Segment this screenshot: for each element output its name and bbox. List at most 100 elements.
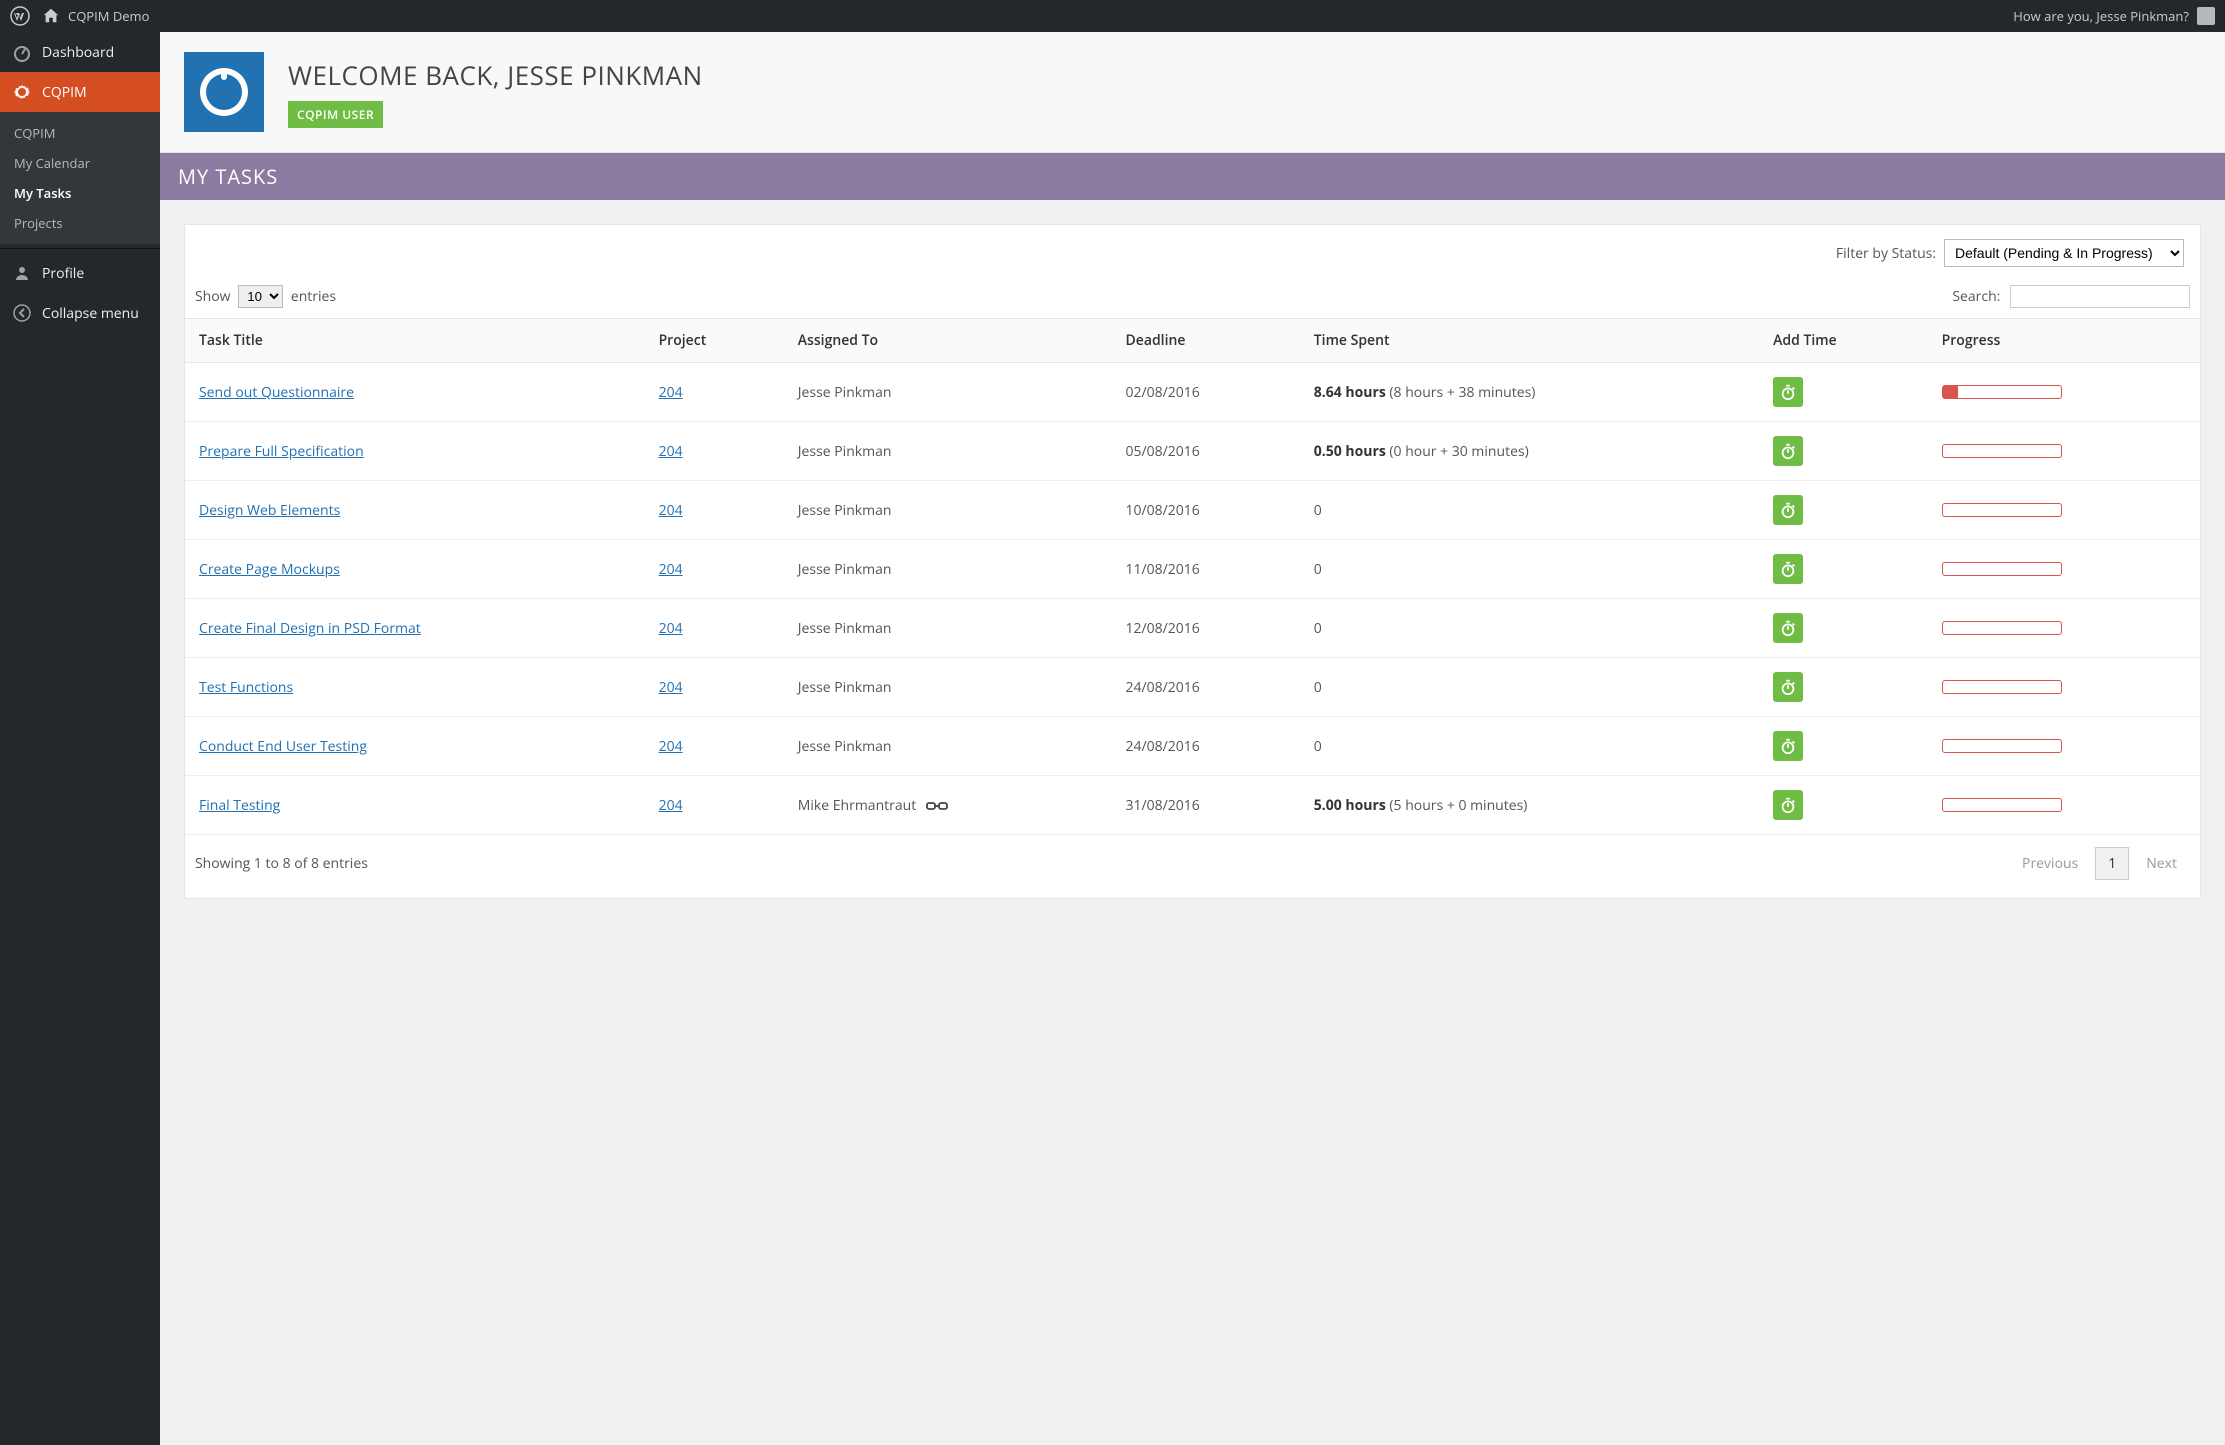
- sidebar-sub-calendar[interactable]: My Calendar: [0, 148, 160, 178]
- sidebar-item-label: Profile: [42, 264, 84, 283]
- sidebar-sub-cqpim[interactable]: CQPIM: [0, 118, 160, 148]
- timespent-cell: 0: [1300, 599, 1759, 658]
- stopwatch-icon: [1779, 560, 1797, 578]
- project-link[interactable]: 204: [659, 619, 683, 638]
- sidebar-item-cqpim[interactable]: CQPIM: [0, 72, 160, 112]
- tasks-table: Task Title Project Assigned To Deadline …: [185, 318, 2200, 835]
- task-title-link[interactable]: Design Web Elements: [199, 501, 340, 520]
- project-link[interactable]: 204: [659, 678, 683, 697]
- project-link[interactable]: 204: [659, 796, 683, 815]
- assigned-cell: Jesse Pinkman: [784, 422, 1112, 481]
- add-time-button[interactable]: [1773, 436, 1803, 466]
- deadline-cell: 24/08/2016: [1112, 717, 1300, 776]
- deadline-cell: 10/08/2016: [1112, 481, 1300, 540]
- table-row: Final Testing204Mike Ehrmantraut 31/08/2…: [185, 776, 2200, 835]
- sidebar-item-collapse[interactable]: Collapse menu: [0, 293, 160, 333]
- table-row: Design Web Elements 204 Jesse Pinkman 10/0…: [185, 481, 2200, 540]
- assigned-cell: Jesse Pinkman: [784, 363, 1112, 422]
- admin-sidebar: Dashboard CQPIM CQPIM My Calendar My Tas…: [0, 32, 160, 1445]
- task-title-link[interactable]: Send out Questionnaire: [199, 383, 354, 402]
- project-link[interactable]: 204: [659, 501, 683, 520]
- deadline-cell: 12/08/2016: [1112, 599, 1300, 658]
- table-row: Send out Questionnaire 204 Jesse Pinkman 0…: [185, 363, 2200, 422]
- stopwatch-icon: [1779, 796, 1797, 814]
- assigned-cell: Jesse Pinkman: [784, 717, 1112, 776]
- col-addtime[interactable]: Add Time: [1759, 319, 1927, 363]
- sidebar-sub-tasks[interactable]: My Tasks: [0, 178, 160, 208]
- assigned-cell: Jesse Pinkman: [784, 599, 1112, 658]
- col-deadline[interactable]: Deadline: [1112, 319, 1300, 363]
- stopwatch-icon: [1779, 501, 1797, 519]
- add-time-button[interactable]: [1773, 495, 1803, 525]
- task-title-link[interactable]: Create Page Mockups: [199, 560, 340, 579]
- col-assigned[interactable]: Assigned To: [784, 319, 1112, 363]
- task-title-link[interactable]: Final Testing: [199, 796, 280, 815]
- project-link[interactable]: 204: [659, 560, 683, 579]
- task-title-link[interactable]: Create Final Design in PSD Format: [199, 619, 421, 638]
- search-input[interactable]: [2010, 285, 2190, 308]
- page-length-select[interactable]: 10: [238, 285, 283, 308]
- add-time-button[interactable]: [1773, 613, 1803, 643]
- task-title-link[interactable]: Test Functions: [199, 678, 293, 697]
- add-time-button[interactable]: [1773, 731, 1803, 761]
- progress-bar: [1942, 680, 2062, 694]
- add-time-button[interactable]: [1773, 554, 1803, 584]
- sidebar-sub-projects[interactable]: Projects: [0, 208, 160, 238]
- sidebar-item-dashboard[interactable]: Dashboard: [0, 32, 160, 72]
- assigned-cell: Jesse Pinkman: [784, 540, 1112, 599]
- page-prev[interactable]: Previous: [2009, 847, 2091, 880]
- col-progress[interactable]: Progress: [1928, 319, 2200, 363]
- search-label: Search:: [1952, 287, 2000, 306]
- collapse-icon: [12, 303, 32, 323]
- howdy-text[interactable]: How are you, Jesse Pinkman?: [2013, 7, 2189, 25]
- deadline-cell: 05/08/2016: [1112, 422, 1300, 481]
- stopwatch-icon: [1779, 383, 1797, 401]
- project-link[interactable]: 204: [659, 383, 683, 402]
- page-title: WELCOME BACK, JESSE PINKMAN: [288, 57, 703, 93]
- progress-bar: [1942, 444, 2062, 458]
- section-heading: MY TASKS: [160, 153, 2225, 200]
- user-icon: [12, 263, 32, 283]
- sidebar-item-profile[interactable]: Profile: [0, 253, 160, 293]
- stopwatch-icon: [1779, 619, 1797, 637]
- add-time-button[interactable]: [1773, 790, 1803, 820]
- progress-bar: [1942, 621, 2062, 635]
- deadline-cell: 24/08/2016: [1112, 658, 1300, 717]
- col-title[interactable]: Task Title: [185, 319, 645, 363]
- dashboard-icon: [12, 42, 32, 62]
- progress-bar: [1942, 798, 2062, 812]
- search-control: Search:: [1952, 285, 2190, 308]
- filter-label: Filter by Status:: [1836, 244, 1936, 263]
- task-title-link[interactable]: Conduct End User Testing: [199, 737, 367, 756]
- wordpress-logo-icon[interactable]: [10, 6, 30, 26]
- page-current[interactable]: 1: [2095, 847, 2129, 880]
- col-project[interactable]: Project: [645, 319, 784, 363]
- task-title-link[interactable]: Prepare Full Specification: [199, 442, 364, 461]
- assigned-cell: Jesse Pinkman: [784, 481, 1112, 540]
- timespent-cell: 0.50 hours (0 hour + 30 minutes): [1300, 422, 1759, 481]
- tasks-card: Filter by Status: Default (Pending & In …: [184, 224, 2201, 899]
- filter-status-select[interactable]: Default (Pending & In Progress): [1944, 239, 2184, 267]
- progress-bar: [1942, 562, 2062, 576]
- site-name[interactable]: CQPIM Demo: [68, 7, 149, 25]
- user-avatar-icon[interactable]: [2197, 7, 2215, 25]
- add-time-button[interactable]: [1773, 672, 1803, 702]
- deadline-cell: 31/08/2016: [1112, 776, 1300, 835]
- sidebar-item-label: Collapse menu: [42, 304, 139, 323]
- stopwatch-icon: [1779, 442, 1797, 460]
- col-timespent[interactable]: Time Spent: [1300, 319, 1759, 363]
- deadline-cell: 11/08/2016: [1112, 540, 1300, 599]
- project-link[interactable]: 204: [659, 442, 683, 461]
- timespent-cell: 0: [1300, 540, 1759, 599]
- home-icon[interactable]: [42, 7, 60, 25]
- table-row: Create Page Mockups 204 Jesse Pinkman 11/0…: [185, 540, 2200, 599]
- progress-bar: [1942, 739, 2062, 753]
- stopwatch-icon: [1779, 678, 1797, 696]
- page-next[interactable]: Next: [2133, 847, 2190, 880]
- project-link[interactable]: 204: [659, 737, 683, 756]
- add-time-button[interactable]: [1773, 377, 1803, 407]
- length-control: Show 10 entries: [195, 285, 336, 308]
- deadline-cell: 02/08/2016: [1112, 363, 1300, 422]
- gear-icon: [12, 82, 32, 102]
- timespent-cell: 8.64 hours (8 hours + 38 minutes): [1300, 363, 1759, 422]
